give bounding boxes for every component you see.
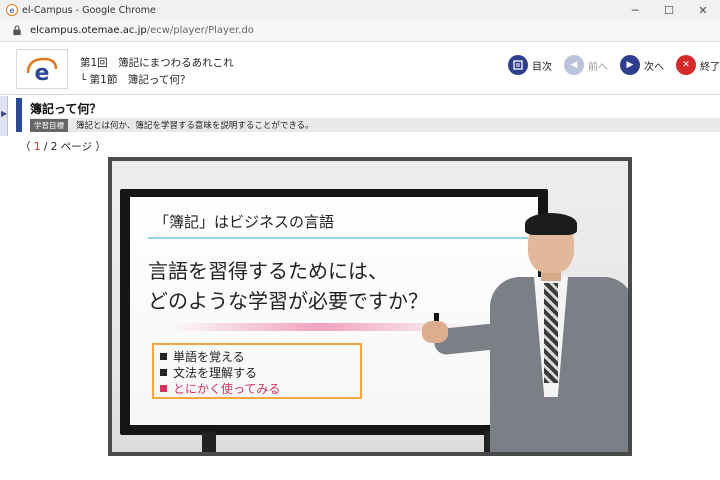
arrow-right-icon: ▶ bbox=[620, 55, 640, 75]
lock-icon bbox=[13, 25, 21, 36]
close-window-button[interactable]: ✕ bbox=[686, 0, 720, 20]
presenter-hand bbox=[422, 321, 448, 343]
url-path: /ecw/player/Player.do bbox=[146, 25, 254, 36]
bullet-square-icon bbox=[160, 368, 167, 376]
lms-header: e 第1回 簿記にまつわるあれこれ └ 第1節 簿記って何？ 目次 ◀ 前へ ▶… bbox=[0, 43, 720, 95]
close-icon: ✕ bbox=[676, 55, 696, 75]
window-title: el-Campus - Google Chrome bbox=[22, 4, 156, 16]
goal-badge: 学習目標 bbox=[30, 118, 68, 132]
presenter-hair bbox=[525, 213, 577, 235]
toc-label: 目次 bbox=[532, 61, 552, 73]
section-header: ▶ 簿記って何？ 学習目標 簿記とは何か、簿記を学習する意味を説明することができ… bbox=[0, 96, 720, 136]
toc-button[interactable]: 目次 bbox=[508, 55, 552, 75]
svg-text:e: e bbox=[10, 6, 15, 15]
end-label: 終了 bbox=[700, 61, 720, 73]
end-button[interactable]: ✕ 終了 bbox=[676, 55, 720, 75]
course-lesson-title: 第1回 簿記にまつわるあれこれ bbox=[80, 57, 234, 69]
presenter-tie bbox=[544, 283, 558, 383]
el-campus-logo-icon: e bbox=[26, 57, 58, 85]
minimize-button[interactable]: ─ bbox=[618, 0, 652, 20]
slide-title: 「簿記」はビジネスの言語 bbox=[154, 213, 335, 231]
section-title: 簿記って何？ bbox=[30, 102, 102, 116]
bullet-square-icon bbox=[160, 384, 167, 392]
slide-item: 文法を理解する bbox=[160, 364, 354, 380]
side-panel-toggle[interactable]: ▶ bbox=[0, 96, 8, 136]
slide-question-line2: どのような学習が必要ですか？ bbox=[148, 289, 428, 313]
goal-text: 簿記とは何か、簿記を学習する意味を説明することができる。 bbox=[76, 121, 314, 131]
next-button[interactable]: ▶ 次へ bbox=[620, 55, 664, 75]
learning-goal-row: 学習目標 簿記とは何か、簿記を学習する意味を説明することができる。 bbox=[30, 118, 720, 132]
slide-screen: 「簿記」はビジネスの言語 言語を習得するためには、 どのような学習が必要ですか？… bbox=[130, 197, 538, 425]
next-label: 次へ bbox=[644, 61, 664, 73]
window-controls: ─ ☐ ✕ bbox=[618, 0, 720, 20]
current-page: 1 bbox=[33, 141, 41, 153]
side-toggle-arrow-icon: ▶ bbox=[1, 109, 8, 118]
page-counter: （ 1 / 2 ページ ） bbox=[20, 141, 106, 153]
svg-text:e: e bbox=[35, 61, 50, 85]
url-host: elcampus.otemae.ac.jp bbox=[30, 25, 147, 36]
bullet-square-icon bbox=[160, 352, 167, 360]
video-player[interactable]: 「簿記」はビジネスの言語 言語を習得するためには、 どのような学習が必要ですか？… bbox=[108, 157, 632, 456]
slide-item: 単語を覚える bbox=[160, 348, 354, 364]
slide-item-highlighted: とにかく使ってみる bbox=[160, 380, 354, 396]
section-accent-bar bbox=[16, 98, 22, 132]
toc-icon bbox=[508, 55, 528, 75]
tv-stand-left bbox=[202, 431, 216, 452]
prev-label: 前へ bbox=[588, 61, 608, 73]
browser-title-bar: e el-Campus - Google Chrome ─ ☐ ✕ bbox=[0, 0, 720, 20]
el-campus-logo-icon: e bbox=[6, 4, 18, 16]
presenter bbox=[422, 213, 628, 452]
course-section-title: └ 第1節 簿記って何？ bbox=[80, 74, 191, 86]
arrow-left-icon: ◀ bbox=[564, 55, 584, 75]
player-navigation: 目次 ◀ 前へ ▶ 次へ ✕ 終了 bbox=[496, 55, 720, 75]
address-bar[interactable]: elcampus.otemae.ac.jp /ecw/player/Player… bbox=[0, 20, 720, 42]
slide-answer-box: 単語を覚える 文法を理解する とにかく使ってみる bbox=[152, 343, 362, 399]
video-frame: 「簿記」はビジネスの言語 言語を習得するためには、 どのような学習が必要ですか？… bbox=[112, 161, 628, 452]
slide-question-line1: 言語を習得するためには、 bbox=[148, 259, 388, 283]
slide-divider bbox=[148, 237, 528, 239]
maximize-button[interactable]: ☐ bbox=[652, 0, 686, 20]
el-campus-logo[interactable]: e bbox=[16, 49, 68, 89]
prev-button[interactable]: ◀ 前へ bbox=[564, 55, 608, 75]
